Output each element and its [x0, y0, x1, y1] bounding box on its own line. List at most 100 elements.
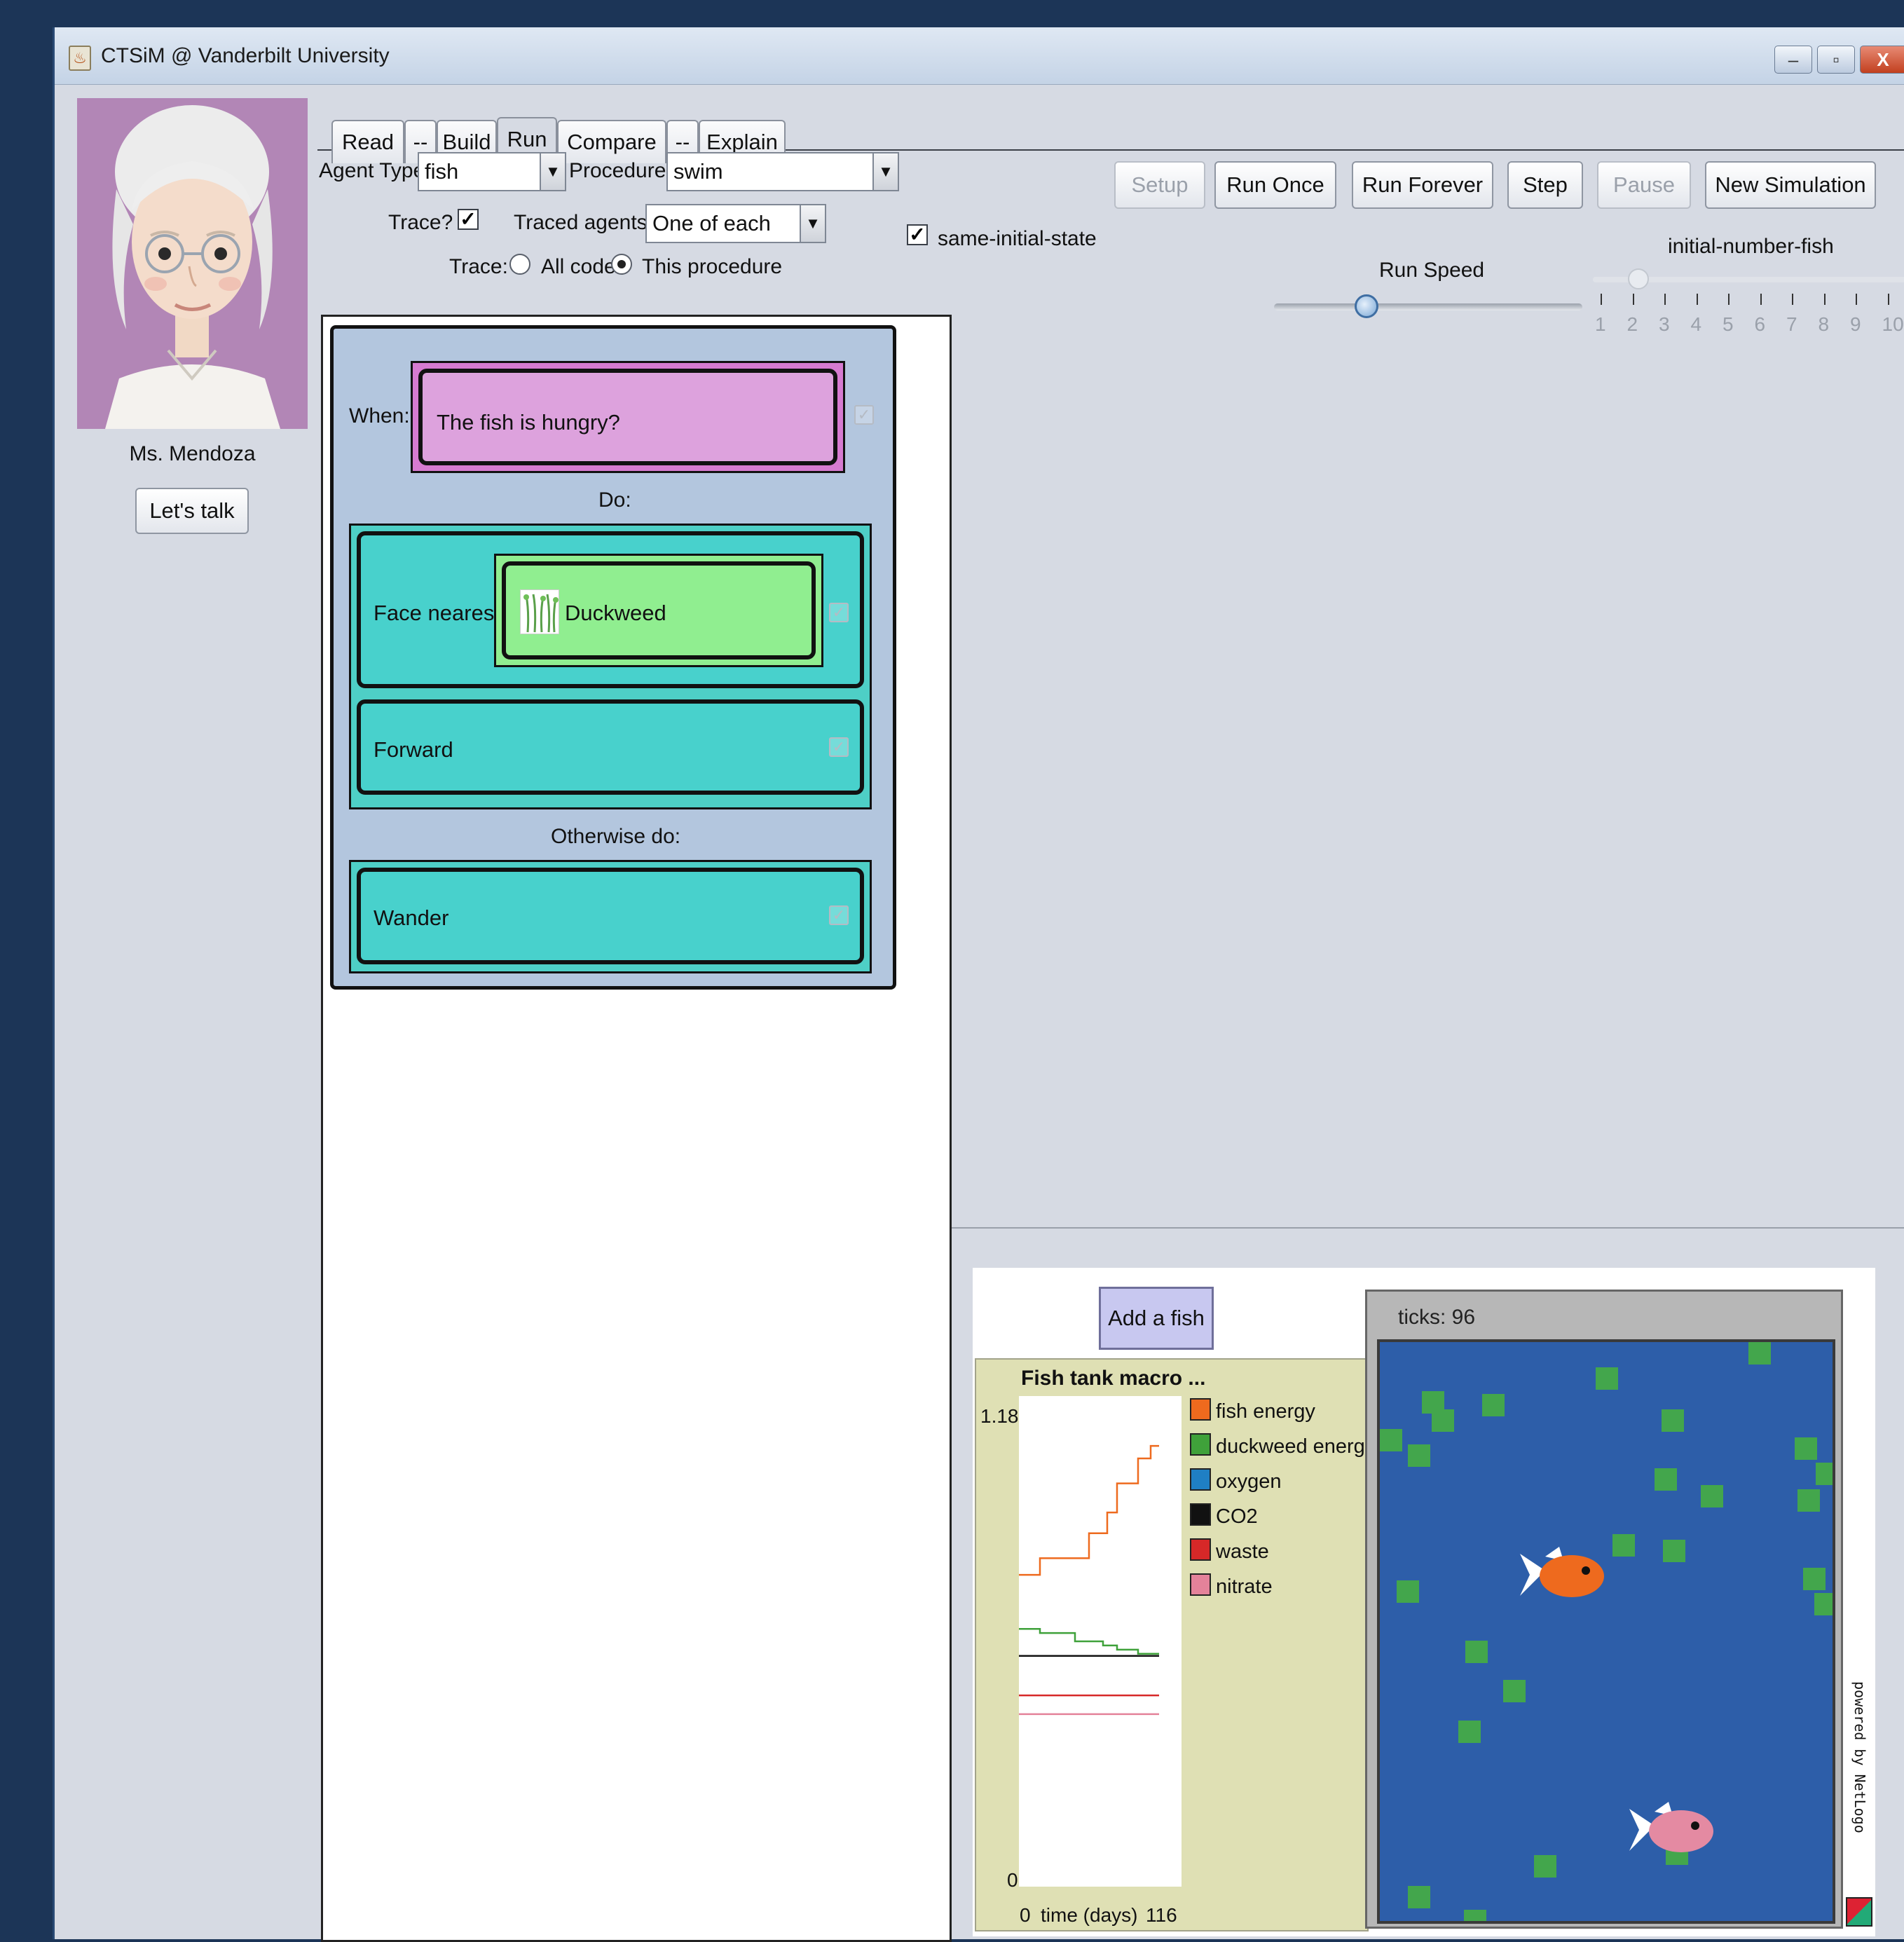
agent-type-select[interactable]: fish ▼ [418, 152, 566, 191]
new-simulation-button[interactable]: New Simulation [1705, 161, 1876, 209]
traced-agents-label: Traced agents: [514, 211, 653, 234]
run-speed-thumb[interactable] [1355, 294, 1378, 318]
traced-agents-select[interactable]: One of each ▼ [645, 204, 826, 243]
step-button[interactable]: Step [1507, 161, 1583, 209]
run-forever-button[interactable]: Run Forever [1352, 161, 1493, 209]
slider-tick-label: 7 [1786, 313, 1797, 335]
legend-label: waste [1215, 1540, 1269, 1563]
plot-legend: fish energy duckweed energy oxygen CO2 waste… [1190, 1398, 1376, 1598]
fish-tank-world[interactable] [1377, 1339, 1835, 1924]
add-fish-button[interactable]: Add a fish [1099, 1287, 1214, 1350]
duckweed-patch [1408, 1444, 1430, 1467]
forward-block[interactable]: Forward ✓ [357, 699, 864, 795]
fish-tank-plot: Fish tank macro ... 1.18 0 0 time (days)… [975, 1358, 1376, 1931]
otherwise-slot: Wander ✓ [349, 860, 872, 973]
when-label: When: [349, 404, 410, 428]
ticks-counter: ticks: 96 [1398, 1306, 1476, 1329]
duckweed-patch [1408, 1886, 1430, 1908]
mentor-name: Ms. Mendoza [129, 442, 256, 465]
slider-tick [1792, 294, 1793, 305]
slider-tick-label: 4 [1690, 313, 1702, 335]
netlogo-world: ticks: 96 [1365, 1290, 1843, 1929]
slider-tick [1601, 294, 1602, 305]
duckweed-patch [1596, 1367, 1618, 1390]
tab-bar: Read -- Build Run Compare -- Explain [317, 95, 1904, 165]
y-min-label: 0 [1007, 1869, 1018, 1891]
duckweed-patch [1465, 1641, 1488, 1663]
legend-label: CO2 [1216, 1505, 1258, 1528]
minimize-button[interactable]: – [1774, 46, 1812, 74]
duckweed-patch [1662, 1409, 1684, 1432]
initial-number-fish-ticks: 1 2 3 4 5 6 7 8 9 10 [1588, 294, 1904, 350]
code-editor[interactable]: When: The fish is hungry? ✓ Do: Face nea… [321, 315, 952, 1942]
duckweed-icon [520, 589, 559, 634]
legend-swatch [1190, 1468, 1211, 1491]
legend-swatch [1190, 1538, 1211, 1561]
x-max-label: 116 [1146, 1904, 1177, 1926]
forward-label: Forward [374, 737, 453, 762]
face-nearest-block[interactable]: Face nearest Duckweed ✓ [357, 531, 864, 688]
close-button[interactable]: X [1860, 46, 1904, 74]
legend-swatch [1190, 1573, 1211, 1596]
procedure-select[interactable]: swim ▼ [666, 152, 899, 191]
tab-compare[interactable]: Compare [557, 120, 666, 163]
y-max-label: 1.18 [980, 1405, 1019, 1427]
do-slot: Face nearest Duckweed ✓ Forward ✓ [349, 524, 872, 809]
trace-label: Trace? [388, 211, 453, 234]
legend-label: nitrate [1216, 1575, 1273, 1598]
slider-tick [1887, 294, 1889, 305]
slider-tick-label: 3 [1659, 313, 1670, 335]
duckweed-patch [1655, 1468, 1677, 1491]
run-speed-track[interactable] [1274, 303, 1582, 310]
face-nearest-check-icon[interactable]: ✓ [829, 603, 849, 622]
plot-canvas: Fish tank macro ... 1.18 0 0 time (days)… [980, 1367, 1376, 1926]
procedure-label: Procedure: [569, 159, 672, 182]
duckweed-patch [1748, 1342, 1771, 1365]
run-once-button[interactable]: Run Once [1214, 161, 1336, 209]
duckweed-patch [1397, 1580, 1419, 1603]
condition-block[interactable]: The fish is hungry? [418, 369, 837, 465]
trace-this-procedure-radio[interactable] [611, 254, 632, 275]
forward-check-icon[interactable]: ✓ [829, 737, 849, 757]
trace-checkbox[interactable]: ✓ [458, 209, 479, 230]
tab-read[interactable]: Read [331, 120, 404, 163]
duckweed-patch [1534, 1855, 1556, 1878]
otherwise-label: Otherwise do: [551, 825, 681, 848]
condition-text: The fish is hungry? [437, 410, 620, 435]
slider-tick-label: 2 [1626, 313, 1638, 335]
initial-number-fish-thumb[interactable] [1628, 268, 1649, 289]
java-icon: ♨ [69, 46, 91, 71]
legend-swatch [1190, 1503, 1211, 1526]
condition-slot: The fish is hungry? [411, 361, 845, 473]
condition-check-icon[interactable]: ✓ [854, 405, 874, 425]
duckweed-patch [1503, 1680, 1526, 1702]
powered-by-netlogo: powered by NetLogo [1849, 1681, 1870, 1892]
duckweed-patch [1432, 1409, 1454, 1432]
title-bar: ♨ CTSiM @ Vanderbilt University – ▫ X [55, 27, 1904, 85]
duckweed-label: Duckweed [565, 601, 666, 625]
slider-tick [1823, 294, 1826, 305]
duckweed-patch [1380, 1429, 1402, 1451]
agent-type-label: Agent Type: [319, 159, 431, 182]
slider-tick-label: 5 [1722, 313, 1734, 335]
dropdown-arrow-icon: ▼ [800, 205, 825, 242]
netlogo-logo-icon [1846, 1897, 1872, 1927]
same-initial-state-checkbox[interactable]: ✓ [907, 224, 928, 245]
pause-button[interactable]: Pause [1597, 161, 1691, 209]
when-block[interactable]: When: The fish is hungry? ✓ Do: Face nea… [330, 325, 896, 990]
slider-tick-label: 10 [1882, 313, 1904, 335]
window-title: CTSiM @ Vanderbilt University [101, 44, 390, 67]
trace-all-code-radio[interactable] [509, 254, 530, 275]
wander-check-icon[interactable]: ✓ [829, 905, 849, 925]
wander-block[interactable]: Wander ✓ [357, 868, 864, 964]
lets-talk-button[interactable]: Let's talk [135, 488, 249, 534]
mentor-portrait [105, 105, 280, 429]
agent-type-value: fish [425, 159, 459, 184]
setup-button[interactable]: Setup [1114, 161, 1205, 209]
duckweed-patch [1814, 1593, 1833, 1615]
slider-tick-label: 8 [1818, 313, 1830, 335]
duckweed-block[interactable]: Duckweed [502, 561, 816, 659]
x-min-label: 0 [1020, 1904, 1031, 1926]
maximize-button[interactable]: ▫ [1817, 46, 1855, 74]
duckweed-patch [1803, 1568, 1826, 1590]
